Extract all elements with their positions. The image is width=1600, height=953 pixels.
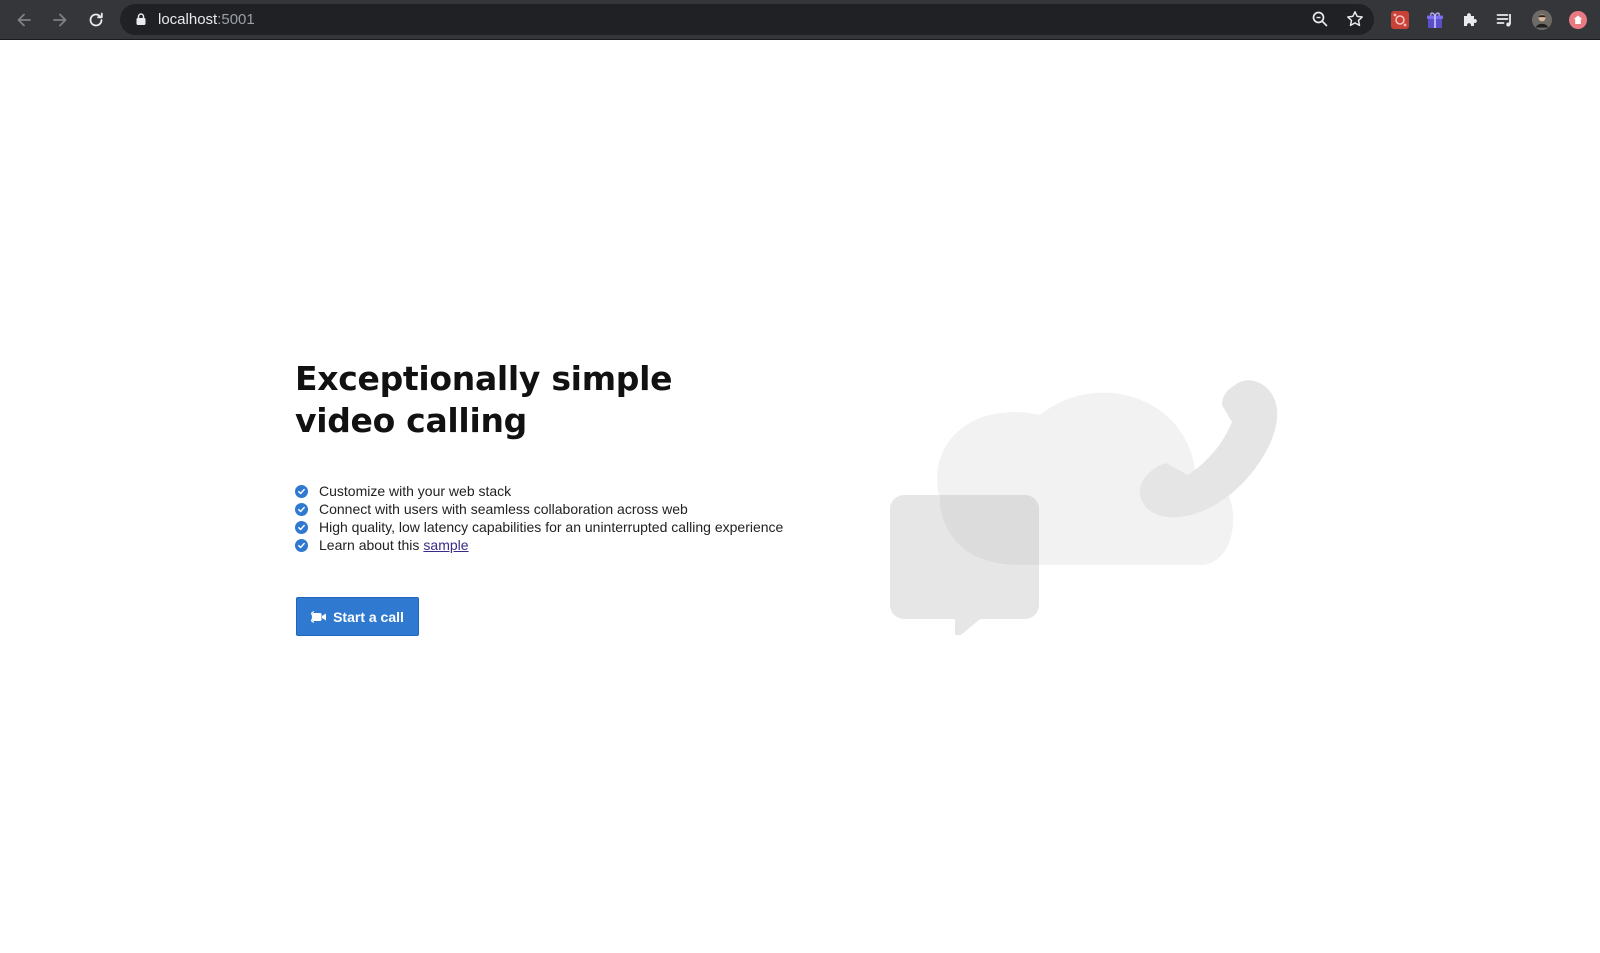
hero-section: Exceptionally simple video calling [295,358,715,442]
feature-item: Connect with users with seamless collabo… [295,500,783,518]
feature-item: Customize with your web stack [295,482,783,500]
back-arrow-icon[interactable] [12,8,36,32]
url-port: :5001 [217,11,255,28]
checkmark-icon [295,520,308,534]
extensions-puzzle-icon[interactable] [1459,9,1481,31]
checkmark-icon [295,502,308,516]
feature-list: Customize with your web stack Connect wi… [295,482,783,554]
url-text: localhost:5001 [158,11,255,28]
extension-pink-icon[interactable] [1567,9,1589,31]
forward-arrow-icon[interactable] [48,8,72,32]
address-bar[interactable]: localhost:5001 [120,4,1374,35]
zoom-icon[interactable] [1310,9,1330,29]
reload-icon[interactable] [84,8,108,32]
url-host: localhost [158,11,218,28]
page-title-line-2: video calling [295,401,527,440]
bookmark-star-icon[interactable] [1345,9,1365,29]
reading-list-icon[interactable] [1494,9,1516,31]
feature-item: High quality, low latency capabilities f… [295,518,783,536]
browser-toolbar: localhost:5001 [0,0,1600,40]
feature-item: Learn about this sample [295,536,783,554]
video-camera-icon [311,610,327,623]
feature-text: High quality, low latency capabilities f… [319,519,784,535]
start-call-button[interactable]: Start a call [296,597,419,636]
lock-icon [134,12,148,26]
sample-link[interactable]: sample [423,537,468,553]
chat-bubble-icon [890,495,1039,640]
checkmark-icon [295,538,308,552]
feature-text: Connect with users with seamless collabo… [319,501,688,517]
page-title: Exceptionally simple video calling [295,358,715,442]
page-title-line-1: Exceptionally simple [295,359,673,398]
feature-text: Customize with your web stack [319,483,512,499]
extension-gift-icon[interactable] [1424,9,1446,31]
hero-illustration [890,375,1300,640]
checkmark-icon [295,484,308,498]
start-call-label: Start a call [333,608,404,625]
profile-avatar[interactable] [1530,8,1554,32]
feature-text: Learn about this [319,537,420,553]
extension-red-icon[interactable] [1389,9,1411,31]
